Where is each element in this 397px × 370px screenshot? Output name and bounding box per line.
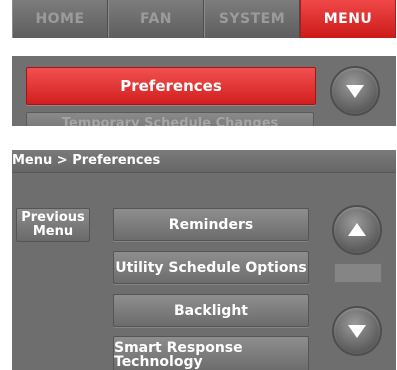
previous-menu-line2: Menu bbox=[32, 224, 74, 239]
scroll-down-button[interactable] bbox=[330, 66, 380, 116]
tab-fan[interactable]: FAN bbox=[108, 0, 204, 38]
tab-home[interactable]: HOME bbox=[12, 0, 108, 38]
down-arrow-icon bbox=[348, 325, 366, 338]
scroll-down-button[interactable] bbox=[332, 306, 382, 356]
tab-system[interactable]: SYSTEM bbox=[204, 0, 300, 38]
up-arrow-icon bbox=[348, 223, 366, 236]
utility-schedule-options-button[interactable]: Utility Schedule Options bbox=[113, 251, 309, 284]
breadcrumb-text: Menu > Preferences bbox=[12, 153, 161, 168]
previous-menu-button[interactable]: Previous Menu bbox=[16, 208, 90, 242]
breadcrumb: Menu > Preferences bbox=[12, 150, 396, 173]
reminders-button[interactable]: Reminders bbox=[113, 208, 309, 241]
scroll-up-button[interactable] bbox=[332, 205, 382, 255]
tab-menu[interactable]: MENU bbox=[300, 0, 396, 38]
top-nav-tabs: HOME FAN SYSTEM MENU bbox=[12, 0, 396, 38]
down-arrow-icon bbox=[346, 85, 364, 98]
smart-response-line1: Smart Response bbox=[114, 340, 243, 356]
temporary-schedule-changes-button[interactable]: Temporary Schedule Changes bbox=[26, 112, 314, 126]
preferences-button[interactable]: Preferences bbox=[26, 67, 316, 105]
backlight-button[interactable]: Backlight bbox=[113, 294, 309, 327]
scroll-position-indicator bbox=[334, 263, 382, 283]
preferences-screen: Menu > Preferences Previous Menu Reminde… bbox=[12, 150, 396, 370]
smart-response-technology-button[interactable]: Smart Response Technology bbox=[113, 336, 309, 370]
menu-list-panel: Preferences Temporary Schedule Changes bbox=[12, 56, 396, 126]
previous-menu-line1: Previous bbox=[21, 210, 85, 225]
smart-response-line2: Technology bbox=[114, 354, 203, 370]
